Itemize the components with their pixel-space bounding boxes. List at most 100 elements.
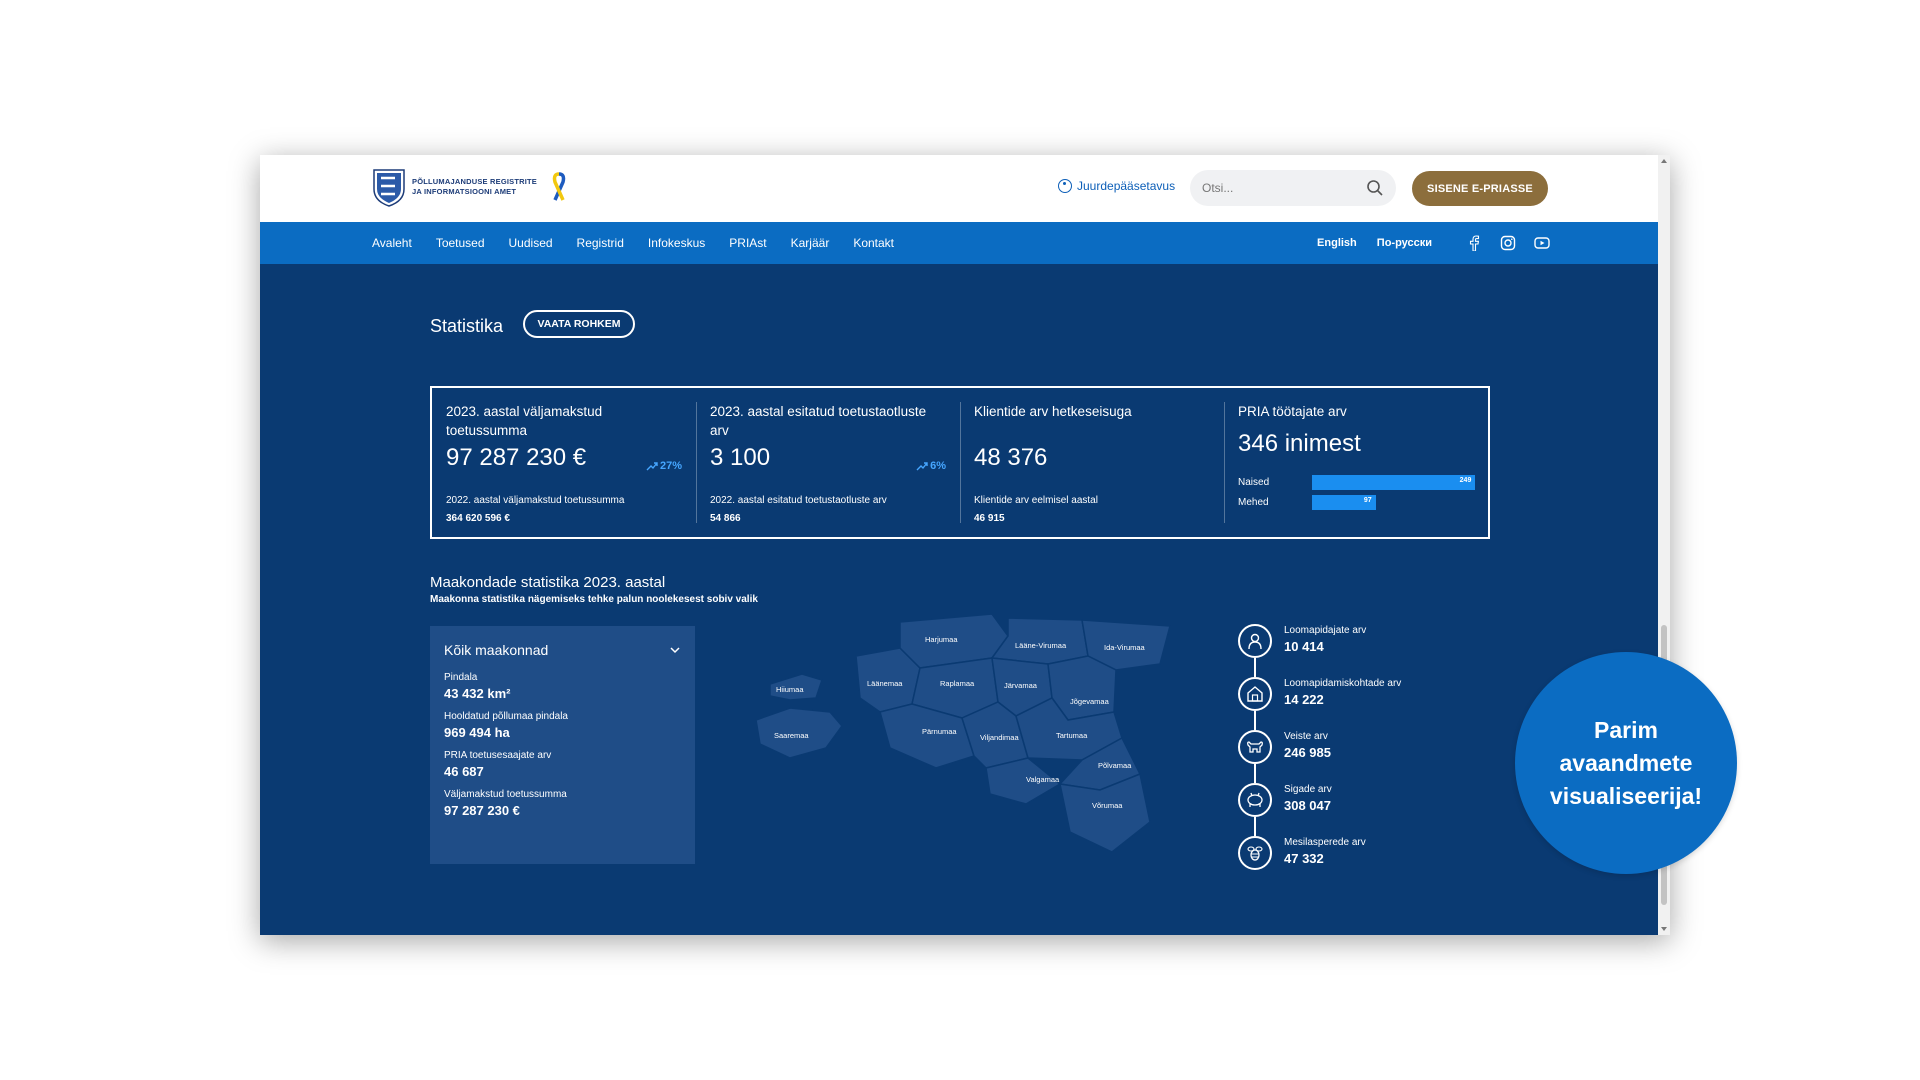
search-box (1190, 170, 1396, 206)
stat-sub: 2022. aastal väljamakstud toetussumma 36… (446, 492, 624, 528)
cow-icon (1238, 730, 1272, 764)
stat-label: 2023. aastal esitatud toetustaotluste ar… (710, 404, 927, 438)
stat-sub: Klientide arv eelmisel aastal 46 915 (974, 492, 1098, 528)
stat-card-clients: Klientide arv hetkeseisuga 48 376 Klient… (960, 388, 1224, 537)
nav-item-kontakt[interactable]: Kontakt (853, 236, 894, 250)
animal-stat-text: Mesilasperede arv 47 332 (1284, 836, 1366, 866)
map-label-harjumaa: Harjumaa (925, 635, 958, 644)
animal-stat-value: 246 985 (1284, 745, 1331, 760)
lang-english-link[interactable]: English (1317, 237, 1357, 249)
stat-trend-value: 27% (659, 460, 682, 472)
bar-fill: 97 (1312, 494, 1376, 510)
animal-stat-label: Veiste arv (1284, 731, 1328, 742)
stat-sub-value: 46 915 (974, 513, 1005, 524)
bar-label: Mehed (1238, 496, 1269, 508)
farmer-icon (1238, 624, 1272, 658)
stat-trend-value: 6% (930, 460, 946, 472)
bar-label: Naised (1238, 476, 1270, 488)
bee-icon (1238, 836, 1272, 870)
county-field-farmland: Hooldatud põllumaa pindala 969 494 ha (444, 711, 681, 740)
nav-item-priast[interactable]: PRIAst (729, 236, 766, 250)
lang-russian-link[interactable]: По-русски (1377, 237, 1432, 249)
nav-menu: Avaleht Toetused Uudised Registrid Infok… (372, 222, 894, 264)
bar-track: 97 (1312, 494, 1476, 510)
chevron-down-icon (670, 647, 680, 654)
scroll-down-arrow[interactable] (1661, 927, 1667, 931)
page: Põllumajanduse Registrite ja Informatsio… (260, 155, 1658, 935)
trend-up-icon (916, 462, 928, 471)
map-label-jarvamaa: Järvamaa (1004, 681, 1038, 690)
animal-stat-text: Loomapidajate arv 10 414 (1284, 624, 1366, 654)
site-header: Põllumajanduse Registrite ja Informatsio… (260, 155, 1658, 222)
bar-fill: 249 (1312, 474, 1476, 490)
animal-stat-label: Loomapidajate arv (1284, 625, 1367, 636)
field-label: PRIA toetusesaajate arv (444, 750, 552, 761)
pig-icon (1238, 783, 1272, 817)
field-value: 969 494 ha (444, 725, 510, 740)
coat-of-arms-icon (373, 169, 405, 207)
map-label-viljandimaa: Viljandimaa (980, 733, 1019, 742)
county-select[interactable]: Kõik maakonnad (444, 642, 681, 658)
stat-card-staff: PRIA töötajate arv 346 inimest Naised 24… (1224, 388, 1488, 537)
nav-item-avaleht[interactable]: Avaleht (372, 236, 412, 250)
stats-box: 2023. aastal väljamakstud toetussumma 97… (430, 386, 1490, 539)
animal-stat-holdings: Loomapidamiskohtade arv 14 222 (1238, 677, 1498, 730)
stat-trend: 27% (646, 460, 682, 472)
stat-label: 2023. aastal väljamakstud toetussumma (446, 404, 603, 438)
animal-stat-label: Sigade arv (1284, 784, 1332, 795)
animal-stat-value: 10 414 (1284, 639, 1324, 654)
bar-track: 249 (1312, 474, 1476, 490)
map-label-laane-virumaa: Lääne-Virumaa (1015, 641, 1067, 650)
social-links (1466, 235, 1550, 251)
map-label-valgamaa: Valgamaa (1026, 775, 1060, 784)
search-input[interactable] (1202, 181, 1352, 195)
main-content: Statistika VAATA ROHKEM 2023. aastal väl… (260, 264, 1658, 935)
scroll-up-arrow[interactable] (1661, 159, 1667, 163)
map-label-vorumaa: Võrumaa (1092, 801, 1123, 810)
nav-item-registrid[interactable]: Registrid (577, 236, 624, 250)
nav-item-toetused[interactable]: Toetused (436, 236, 485, 250)
map-label-parnumaa: Pärnumaa (922, 727, 957, 736)
map-label-laanemaa: Läänemaa (867, 679, 903, 688)
field-label: Hooldatud põllumaa pindala (444, 711, 568, 722)
stat-sub: 2022. aastal esitatud toetustaotluste ar… (710, 492, 887, 528)
animal-stat-value: 14 222 (1284, 692, 1324, 707)
bar-value: 97 (1363, 496, 1372, 504)
accessibility-label: Juurdepääsetavus (1077, 179, 1176, 193)
bar-row-women: Naised 249 (1238, 472, 1476, 492)
award-badge: Parim avaandmete visualiseerija! (1515, 652, 1737, 874)
e-pria-login-button[interactable]: SISENE E-PRIASSE (1412, 171, 1548, 206)
animal-stat-value: 47 332 (1284, 851, 1324, 866)
animal-stats-list: Loomapidajate arv 10 414 Loomapidamiskoh… (1238, 624, 1498, 889)
animal-stat-text: Loomapidamiskohtade arv 14 222 (1284, 677, 1401, 707)
facebook-icon[interactable] (1466, 235, 1482, 251)
stat-value: 3 100 (710, 444, 771, 471)
view-more-button[interactable]: VAATA ROHKEM (523, 310, 635, 338)
instagram-icon[interactable] (1500, 235, 1516, 251)
connector-line (1254, 711, 1256, 730)
main-nav: Avaleht Toetused Uudised Registrid Infok… (260, 222, 1658, 264)
logo-text: Põllumajanduse Registrite ja Informatsio… (412, 177, 537, 197)
nav-item-karjaar[interactable]: Karjäär (791, 236, 830, 250)
county-select-value: Kõik maakonnad (444, 642, 549, 658)
field-value: 46 687 (444, 764, 484, 779)
map-label-raplamaa: Raplamaa (940, 679, 975, 688)
nav-item-uudised[interactable]: Uudised (509, 236, 553, 250)
nav-item-infokeskus[interactable]: Infokeskus (648, 236, 705, 250)
stat-sub-value: 54 866 (710, 513, 741, 524)
connector-line (1254, 817, 1256, 836)
connector-line (1254, 764, 1256, 783)
animal-stat-text: Veiste arv 246 985 (1284, 730, 1331, 760)
stat-label: PRIA töötajate arv (1238, 404, 1347, 419)
county-field-payments: Väljamakstud toetussumma 97 287 230 € (444, 789, 681, 818)
stat-sub-value: 364 620 596 € (446, 513, 510, 524)
map-label-saaremaa: Saaremaa (774, 731, 809, 740)
search-icon[interactable] (1366, 179, 1384, 197)
animal-stat-label: Loomapidamiskohtade arv (1284, 678, 1402, 689)
bar-row-men: Mehed 97 (1238, 492, 1476, 512)
youtube-icon[interactable] (1534, 235, 1550, 251)
stat-sub-label: 2022. aastal väljamakstud toetussumma (446, 495, 625, 506)
site-logo[interactable]: Põllumajanduse Registrite ja Informatsio… (372, 167, 567, 207)
county-section-subtitle: Maakonna statistika nägemiseks tehke pal… (430, 594, 758, 605)
accessibility-link[interactable]: Juurdepääsetavus (1058, 179, 1175, 193)
